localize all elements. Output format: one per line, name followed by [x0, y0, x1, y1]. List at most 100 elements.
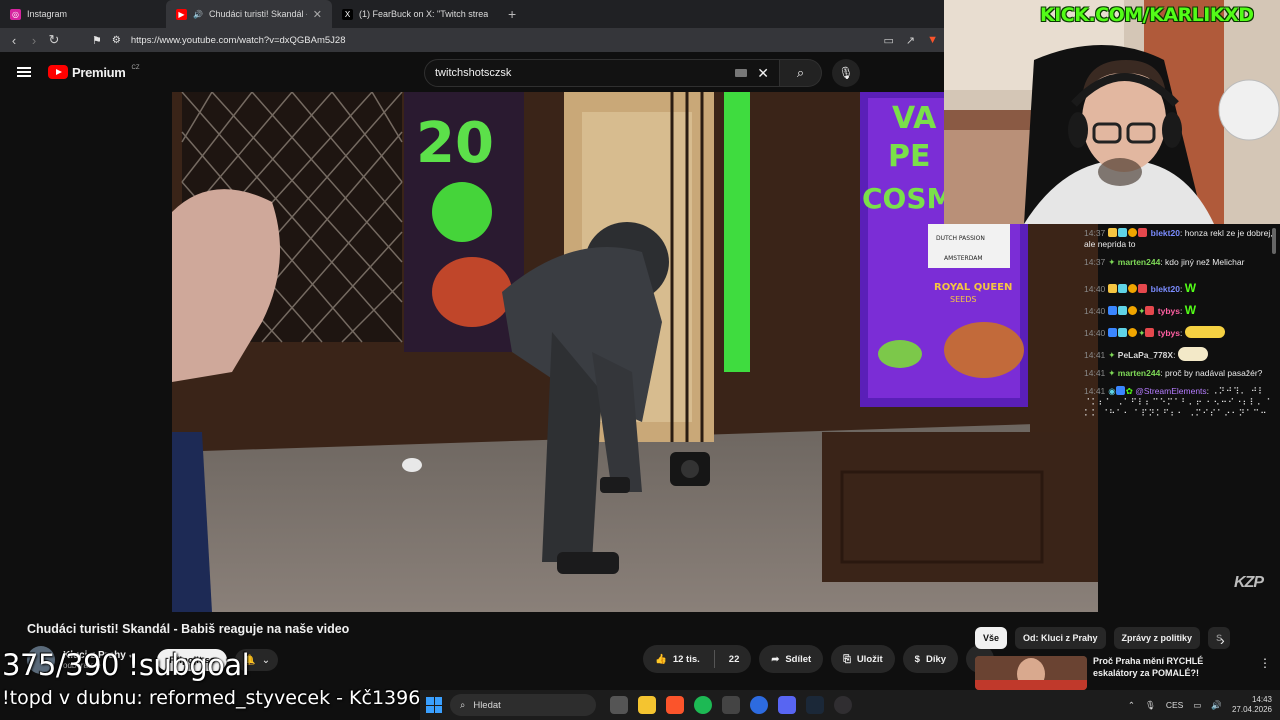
voice-search-button[interactable]: 🎙 [832, 59, 860, 87]
share-button[interactable]: ➦ Sdílet [759, 645, 824, 673]
url-text: https://www.youtube.com/watch?v=dxQGBAm5… [130, 34, 346, 46]
clock-time: 14:43 [1251, 695, 1272, 704]
speaker-icon[interactable]: 🔊 [193, 10, 203, 19]
bookmark-icon[interactable]: ⚑ [92, 34, 102, 47]
close-icon[interactable]: ✕ [313, 8, 322, 21]
search-value: twitchshotsczsk [435, 67, 512, 79]
top-donation-overlay: !topd v dubnu: reformed_styvecek - Kč139… [2, 687, 421, 709]
chat-time: 14:40 [1084, 306, 1106, 317]
save-button[interactable]: ⎘ Uložit [831, 645, 895, 673]
chevron-up-icon[interactable]: ⌃ [1128, 700, 1135, 711]
royal-queen-text: ROYAL QUEEN [934, 282, 1012, 293]
spotify-icon[interactable] [694, 696, 712, 714]
chat-message: 14:40 ✦ tybys: [1084, 326, 1274, 339]
youtube-premium-logo[interactable]: Premium CZ [48, 65, 140, 80]
taskbar-search[interactable]: ⌕ Hledat [450, 694, 596, 716]
tab-youtube[interactable]: ▶ 🔊 Chudáci turisti! Skandál - Babiš ✕ [166, 0, 332, 28]
logo-region: CZ [131, 64, 140, 71]
search-icon: ⌕ [796, 65, 805, 80]
recommended-video[interactable]: Proč Praha mění RYCHLÉ eskalátory za POM… [975, 656, 1271, 690]
mod-badge-icon [1115, 385, 1125, 395]
search-input[interactable]: twitchshotsczsk ✕ [424, 59, 780, 87]
windows-start-icon[interactable] [426, 697, 442, 713]
youtube-logo-icon [48, 65, 68, 79]
chat-user[interactable]: blekt20 [1151, 228, 1180, 238]
sub-badge-icon [1118, 228, 1128, 237]
cast-icon[interactable]: ▭ [883, 34, 893, 47]
volume-icon[interactable]: 🔊 [1211, 700, 1222, 711]
task-view-icon[interactable] [610, 696, 628, 714]
mod-badge-icon [1108, 328, 1118, 338]
thanks-button[interactable]: $ Díky [902, 645, 959, 673]
new-tab-button[interactable]: + [498, 6, 526, 22]
clock[interactable]: 14:43 27.04.2026 [1232, 695, 1272, 715]
steam-icon[interactable] [806, 696, 824, 714]
monitor-icon[interactable]: ▭ [1193, 700, 1201, 711]
coin-badge-icon [1128, 283, 1138, 293]
chat-user[interactable]: marten244 [1118, 368, 1161, 378]
chevron-right-icon[interactable]: › [1220, 632, 1225, 648]
system-tray: ⌃ 🎙 CES ▭ 🔊 14:43 27.04.2026 [1128, 695, 1280, 715]
video-left-gutter [0, 92, 172, 612]
gift-badge-icon [1138, 228, 1148, 237]
youtube-header: Premium CZ twitchshotsczsk ✕ ⌕ 🎙 [0, 52, 944, 92]
chat-user[interactable]: @StreamElements [1135, 386, 1206, 396]
tab-x[interactable]: X (1) FearBuck on X: "Twitch streamer [332, 0, 498, 28]
microphone-icon[interactable]: 🎙 [1145, 700, 1156, 711]
keyboard-icon[interactable] [735, 69, 748, 77]
related-chips: Vše Od: Kluci z Prahy Zprávy z politiky … [975, 627, 1231, 649]
brave-icon[interactable] [666, 696, 684, 714]
shop-number: 20 [416, 111, 494, 176]
chat-time: 14:41 [1084, 385, 1106, 396]
tab-instagram[interactable]: ◎ Instagram [0, 0, 166, 28]
chat-user[interactable]: PeLaPa_778X [1118, 350, 1173, 360]
chevron-down-icon: ⌄ [261, 654, 271, 666]
taskbar-search-placeholder: Hledat [473, 699, 501, 711]
dutch-passion-text: DUTCH PASSION [936, 235, 985, 242]
refresh-app-icon[interactable] [750, 696, 768, 714]
emote-icon [1184, 326, 1225, 339]
obs-icon[interactable] [834, 696, 852, 714]
chat-time: 14:40 [1084, 328, 1106, 339]
chat-time: 14:41 [1084, 349, 1106, 360]
chat-time: 14:40 [1084, 283, 1106, 294]
share-icon[interactable]: ↗ [906, 34, 915, 47]
recommended-title[interactable]: Proč Praha mění RYCHLÉ eskalátory za POM… [1093, 656, 1243, 690]
chip-channel[interactable]: Od: Kluci z Prahy [1015, 627, 1106, 649]
clear-search-icon[interactable]: ✕ [757, 65, 769, 82]
discord-icon[interactable] [778, 696, 796, 714]
chip-politics[interactable]: Zprávy z politiky [1113, 627, 1201, 649]
chat-user[interactable]: blekt20 [1151, 284, 1180, 294]
chat-scrollbar[interactable] [1272, 228, 1276, 254]
coin-badge-icon [1128, 306, 1138, 316]
sparkle-badge-icon: ✦ [1108, 367, 1116, 378]
menu-icon[interactable] [0, 71, 48, 73]
chat-text: W [1184, 280, 1197, 295]
logo-text: Premium [72, 64, 126, 80]
dislike-button[interactable]: 22 [729, 654, 740, 665]
url-field[interactable]: ⚑ ⚙ https://www.youtube.com/watch?v=dxQG… [92, 34, 883, 47]
language-indicator[interactable]: CES [1166, 700, 1183, 710]
chat-user[interactable]: tybys [1158, 306, 1180, 316]
sub-badge-icon [1118, 283, 1128, 293]
file-explorer-icon[interactable] [638, 696, 656, 714]
like-button[interactable]: 👍 12 tis. [655, 654, 700, 665]
brave-shield-icon[interactable]: ▼ [927, 34, 938, 47]
chip-all[interactable]: Vše [975, 627, 1008, 649]
chat-user[interactable]: tybys [1158, 328, 1180, 338]
verified-badge-icon: ✿ [1125, 385, 1133, 396]
sparkle-badge-icon: ✦ [1138, 306, 1146, 317]
forward-icon[interactable]: › [24, 33, 44, 48]
back-icon[interactable]: ‹ [4, 33, 24, 48]
chat-message: 14:37 ✦ marten244: kdo jiný než Melichar [1084, 257, 1245, 268]
more-vert-icon[interactable]: ⋮ [1259, 656, 1271, 690]
recommended-thumbnail[interactable] [975, 656, 1087, 690]
chat-user[interactable]: marten244 [1118, 257, 1161, 267]
search-button[interactable]: ⌕ [780, 59, 822, 87]
chat-time: 14:37 [1084, 228, 1106, 238]
site-info-icon[interactable]: ⚙ [112, 35, 121, 46]
reload-icon[interactable]: ↻ [44, 32, 64, 48]
app-icon[interactable] [722, 696, 740, 714]
windows-taskbar: ⌕ Hledat ⌃ 🎙 CES ▭ 🔊 14:43 27.04.2026 [420, 690, 1280, 720]
like-count: 12 tis. [672, 653, 700, 665]
